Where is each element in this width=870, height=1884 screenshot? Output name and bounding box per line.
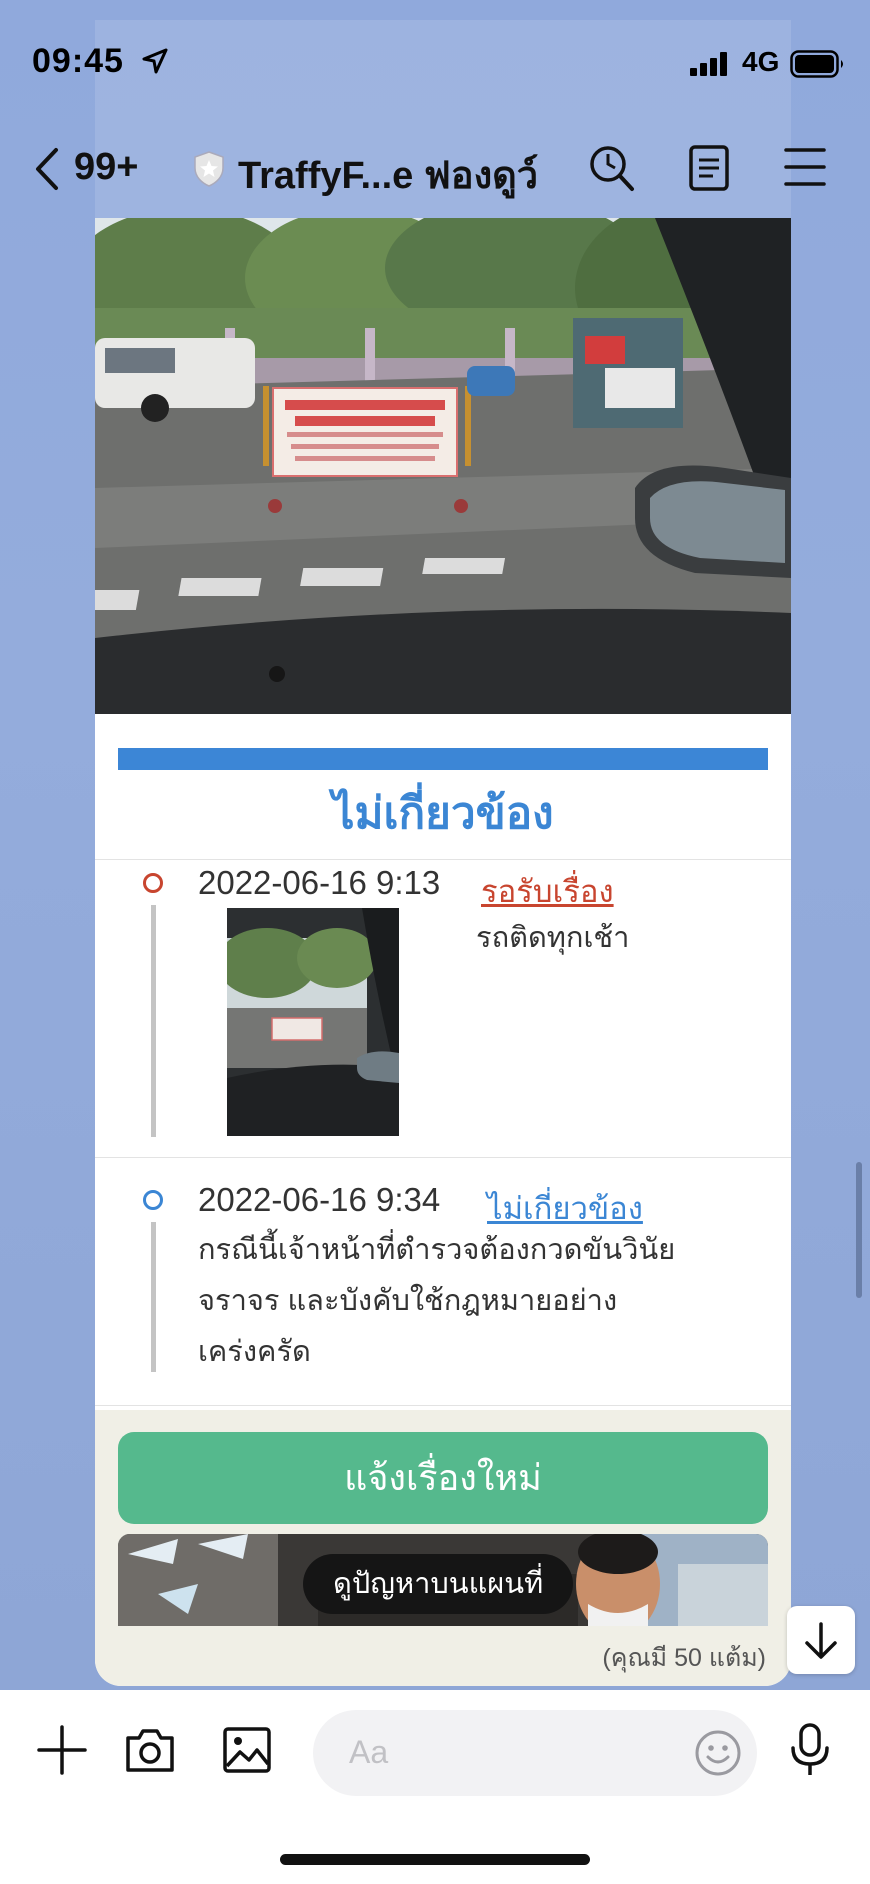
timeline-photo-thumbnail[interactable] bbox=[227, 908, 399, 1136]
message-input-bar: Aa bbox=[0, 1690, 870, 1884]
status-color-bar bbox=[118, 748, 768, 770]
plus-icon[interactable] bbox=[36, 1724, 88, 1781]
timeline-note: รถติดทุกเช้า bbox=[476, 922, 630, 954]
signal-bars-icon bbox=[690, 52, 730, 81]
view-map-button[interactable]: ดูปัญหาบนแผนที่ bbox=[303, 1554, 574, 1614]
arrow-down-icon bbox=[805, 1622, 837, 1659]
timeline-dot-resolved bbox=[143, 1190, 163, 1210]
divider bbox=[95, 859, 791, 860]
timeline-date: 2022-06-16 9:13 bbox=[198, 864, 441, 901]
traffy-report-card: ไม่เกี่ยวข้อง 2022-06-16 9:13 รอรับเรื่อ… bbox=[95, 218, 791, 1686]
battery-icon bbox=[790, 50, 846, 83]
scrollbar[interactable] bbox=[856, 1162, 862, 1298]
network-type: 4G bbox=[742, 46, 780, 77]
camera-icon[interactable] bbox=[124, 1726, 176, 1779]
chat-title[interactable]: TraffyF...e ฟองดูว์ bbox=[238, 144, 538, 205]
timeline-date: 2022-06-16 9:34 bbox=[198, 1181, 441, 1218]
divider bbox=[95, 1405, 791, 1406]
timeline-body-text: กรณีนี้เจ้าหน้าที่ตำรวจต้องกวดขันวินัยจร… bbox=[198, 1234, 676, 1368]
view-map-banner[interactable]: ดูปัญหาบนแผนที่ bbox=[118, 1534, 768, 1626]
menu-icon[interactable] bbox=[784, 144, 826, 195]
status-bar: 09:45 4G bbox=[0, 0, 870, 120]
status-heading: ไม่เกี่ยวข้อง bbox=[332, 789, 554, 838]
timeline-line bbox=[151, 905, 156, 1137]
divider bbox=[95, 1157, 791, 1158]
shield-icon bbox=[192, 150, 226, 193]
microphone-icon[interactable] bbox=[788, 1722, 832, 1783]
points-balance: (คุณมี 50 แต้ม) bbox=[602, 1644, 766, 1672]
chat-header: 99+ TraffyF...e ฟองดูว์ bbox=[0, 130, 870, 210]
location-arrow-icon bbox=[142, 48, 168, 79]
message-input[interactable]: Aa bbox=[313, 1710, 757, 1796]
emoji-icon[interactable] bbox=[693, 1728, 743, 1783]
message-input-placeholder: Aa bbox=[349, 1734, 389, 1770]
image-icon[interactable] bbox=[222, 1726, 272, 1779]
timeline-line bbox=[151, 1222, 156, 1372]
home-indicator bbox=[280, 1854, 590, 1865]
new-report-button[interactable]: แจ้งเรื่องใหม่ bbox=[118, 1432, 768, 1524]
timeline-dot-pending bbox=[143, 873, 163, 893]
search-icon[interactable] bbox=[588, 144, 636, 199]
status-time: 09:45 bbox=[32, 42, 124, 80]
scroll-to-bottom-button[interactable] bbox=[787, 1606, 855, 1674]
back-chevron-icon[interactable] bbox=[32, 146, 62, 197]
notes-icon[interactable] bbox=[688, 144, 730, 197]
report-photo[interactable] bbox=[95, 218, 791, 714]
unread-count[interactable]: 99+ bbox=[74, 146, 138, 189]
timeline-status-link[interactable]: รอรับเรื่อง bbox=[481, 866, 614, 916]
